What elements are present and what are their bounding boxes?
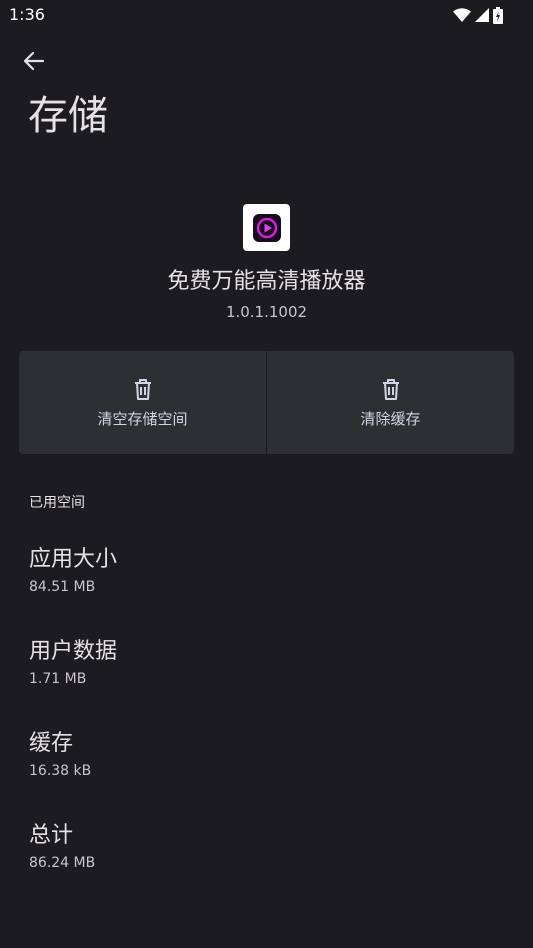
stat-value: 84.51 MB — [29, 579, 96, 595]
app-name: 免费万能高清播放器 — [167, 269, 366, 294]
stat-title: 缓存 — [29, 731, 74, 756]
stat-title: 用户数据 — [29, 639, 118, 664]
clear-storage-label: 清空存储空间 — [97, 410, 188, 428]
clear-cache-label: 清除缓存 — [360, 410, 421, 428]
stat-cache: 缓存 16.38 kB — [0, 729, 533, 809]
status-time: 1:36 — [9, 5, 45, 24]
stat-title: 总计 — [29, 823, 74, 848]
status-icons — [453, 6, 503, 24]
stat-value: 86.24 MB — [29, 855, 96, 871]
wifi-icon — [453, 8, 471, 22]
stat-title: 应用大小 — [29, 547, 118, 572]
trash-icon — [131, 377, 155, 401]
section-header: 已用空间 — [29, 495, 85, 511]
stat-value: 16.38 kB — [29, 763, 92, 779]
app-icon — [243, 204, 290, 251]
clear-cache-button[interactable]: 清除缓存 — [266, 351, 514, 454]
clear-storage-button[interactable]: 清空存储空间 — [19, 351, 266, 454]
storage-screen: 1:36 存储 免费万能高清播放器 1.0.1.1002 清空存储空间 清除缓存… — [0, 0, 533, 948]
app-version: 1.0.1.1002 — [225, 303, 308, 321]
signal-icon — [475, 8, 489, 22]
arrow-back-icon — [23, 50, 45, 76]
status-bar: 1:36 — [0, 0, 533, 30]
stat-total: 总计 86.24 MB — [0, 821, 533, 901]
stat-value: 1.71 MB — [29, 671, 87, 687]
action-buttons: 清空存储空间 清除缓存 — [19, 351, 514, 454]
trash-icon — [379, 377, 403, 401]
back-button[interactable] — [14, 43, 54, 83]
stat-app-size: 应用大小 84.51 MB — [0, 545, 533, 625]
video-player-app-icon — [252, 213, 281, 242]
page-title: 存储 — [28, 93, 108, 139]
stat-user-data: 用户数据 1.71 MB — [0, 637, 533, 717]
battery-icon — [493, 6, 503, 24]
